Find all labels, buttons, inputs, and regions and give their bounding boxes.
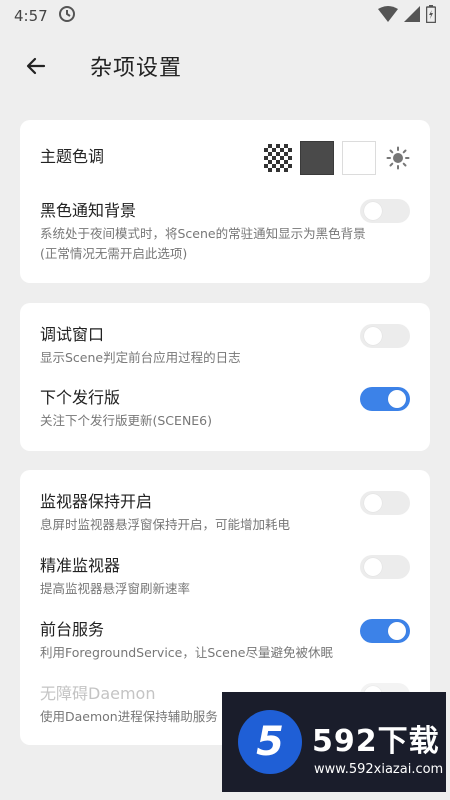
debug-window-row: 调试窗口 显示Scene判定前台应用过程的日志 [40,324,410,368]
debug-window-desc: 显示Scene判定前台应用过程的日志 [40,350,241,365]
page-title: 杂项设置 [90,56,183,81]
switch-knob [364,558,382,576]
precise-monitor-desc: 提高监视器悬浮窗刷新速率 [40,581,191,596]
clock-icon [58,5,76,27]
black-notification-row: 黑色通知背景 系统处于夜间模式时，将Scene的常驻通知显示为黑色背景 (正常情… [40,200,410,264]
monitor-keep-on-row: 监视器保持开启 息屏时监视器悬浮窗保持开启，可能增加耗电 [40,491,410,535]
switch-knob [364,494,382,512]
next-release-desc: 关注下个发行版更新(SCENE6) [40,413,213,428]
precise-monitor-row: 精准监视器 提高监视器悬浮窗刷新速率 [40,555,410,599]
foreground-service-switch[interactable] [360,619,410,643]
switch-knob [364,202,382,220]
watermark-brand: 592下载 [312,724,440,759]
debug-window-title: 调试窗口 [40,325,105,344]
arrow-left-icon [26,57,46,75]
next-release-row: 下个发行版 关注下个发行版更新(SCENE6) [40,387,410,431]
app-bar: 杂项设置 [0,38,450,94]
foreground-service-desc: 利用ForegroundService，让Scene尽量避免被休眠 [40,645,333,660]
monitor-keep-on-title: 监视器保持开启 [40,492,153,511]
back-button[interactable] [14,44,58,88]
status-time: 4:57 [14,7,48,25]
next-release-title: 下个发行版 [40,388,121,407]
wifi-icon [378,6,398,26]
theme-card: 主题色调 黑色通知背景 系统处于夜间模式时，将Scene的常驻通知显示为黑色背景… [20,120,430,283]
watermark-badge: 5 [238,710,302,774]
watermark-url: www.592xiazai.com [314,762,444,777]
light-theme-swatch[interactable] [342,141,376,175]
dark-theme-swatch[interactable] [300,141,334,175]
monitor-keep-on-desc: 息屏时监视器悬浮窗保持开启，可能增加耗电 [40,517,291,532]
black-notification-title: 黑色通知背景 [40,201,137,220]
precise-monitor-switch[interactable] [360,555,410,579]
switch-knob [364,327,382,345]
switch-knob [388,622,406,640]
foreground-service-row: 前台服务 利用ForegroundService，让Scene尽量避免被休眠 [40,619,410,663]
pattern-theme-swatch[interactable] [264,144,292,172]
status-bar: 4:57 [0,0,450,32]
debug-window-switch[interactable] [360,324,410,348]
debug-card: 调试窗口 显示Scene判定前台应用过程的日志 下个发行版 关注下个发行版更新(… [20,303,430,451]
watermark-badge-number: 5 [256,719,284,765]
black-notification-switch[interactable] [360,199,410,223]
monitor-keep-on-switch[interactable] [360,491,410,515]
black-notification-note: (正常情况无需开启此选项) [40,246,188,261]
signal-icon [404,6,420,26]
battery-icon [425,5,437,27]
watermark-logo: 5 592下载 www.592xiazai.com [222,692,446,792]
black-notification-desc: 系统处于夜间模式时，将Scene的常驻通知显示为黑色背景 [40,226,366,241]
sun-icon[interactable] [384,144,412,172]
precise-monitor-title: 精准监视器 [40,556,121,575]
switch-knob [388,390,406,408]
foreground-service-title: 前台服务 [40,620,105,639]
theme-controls [264,141,412,175]
next-release-switch[interactable] [360,387,410,411]
